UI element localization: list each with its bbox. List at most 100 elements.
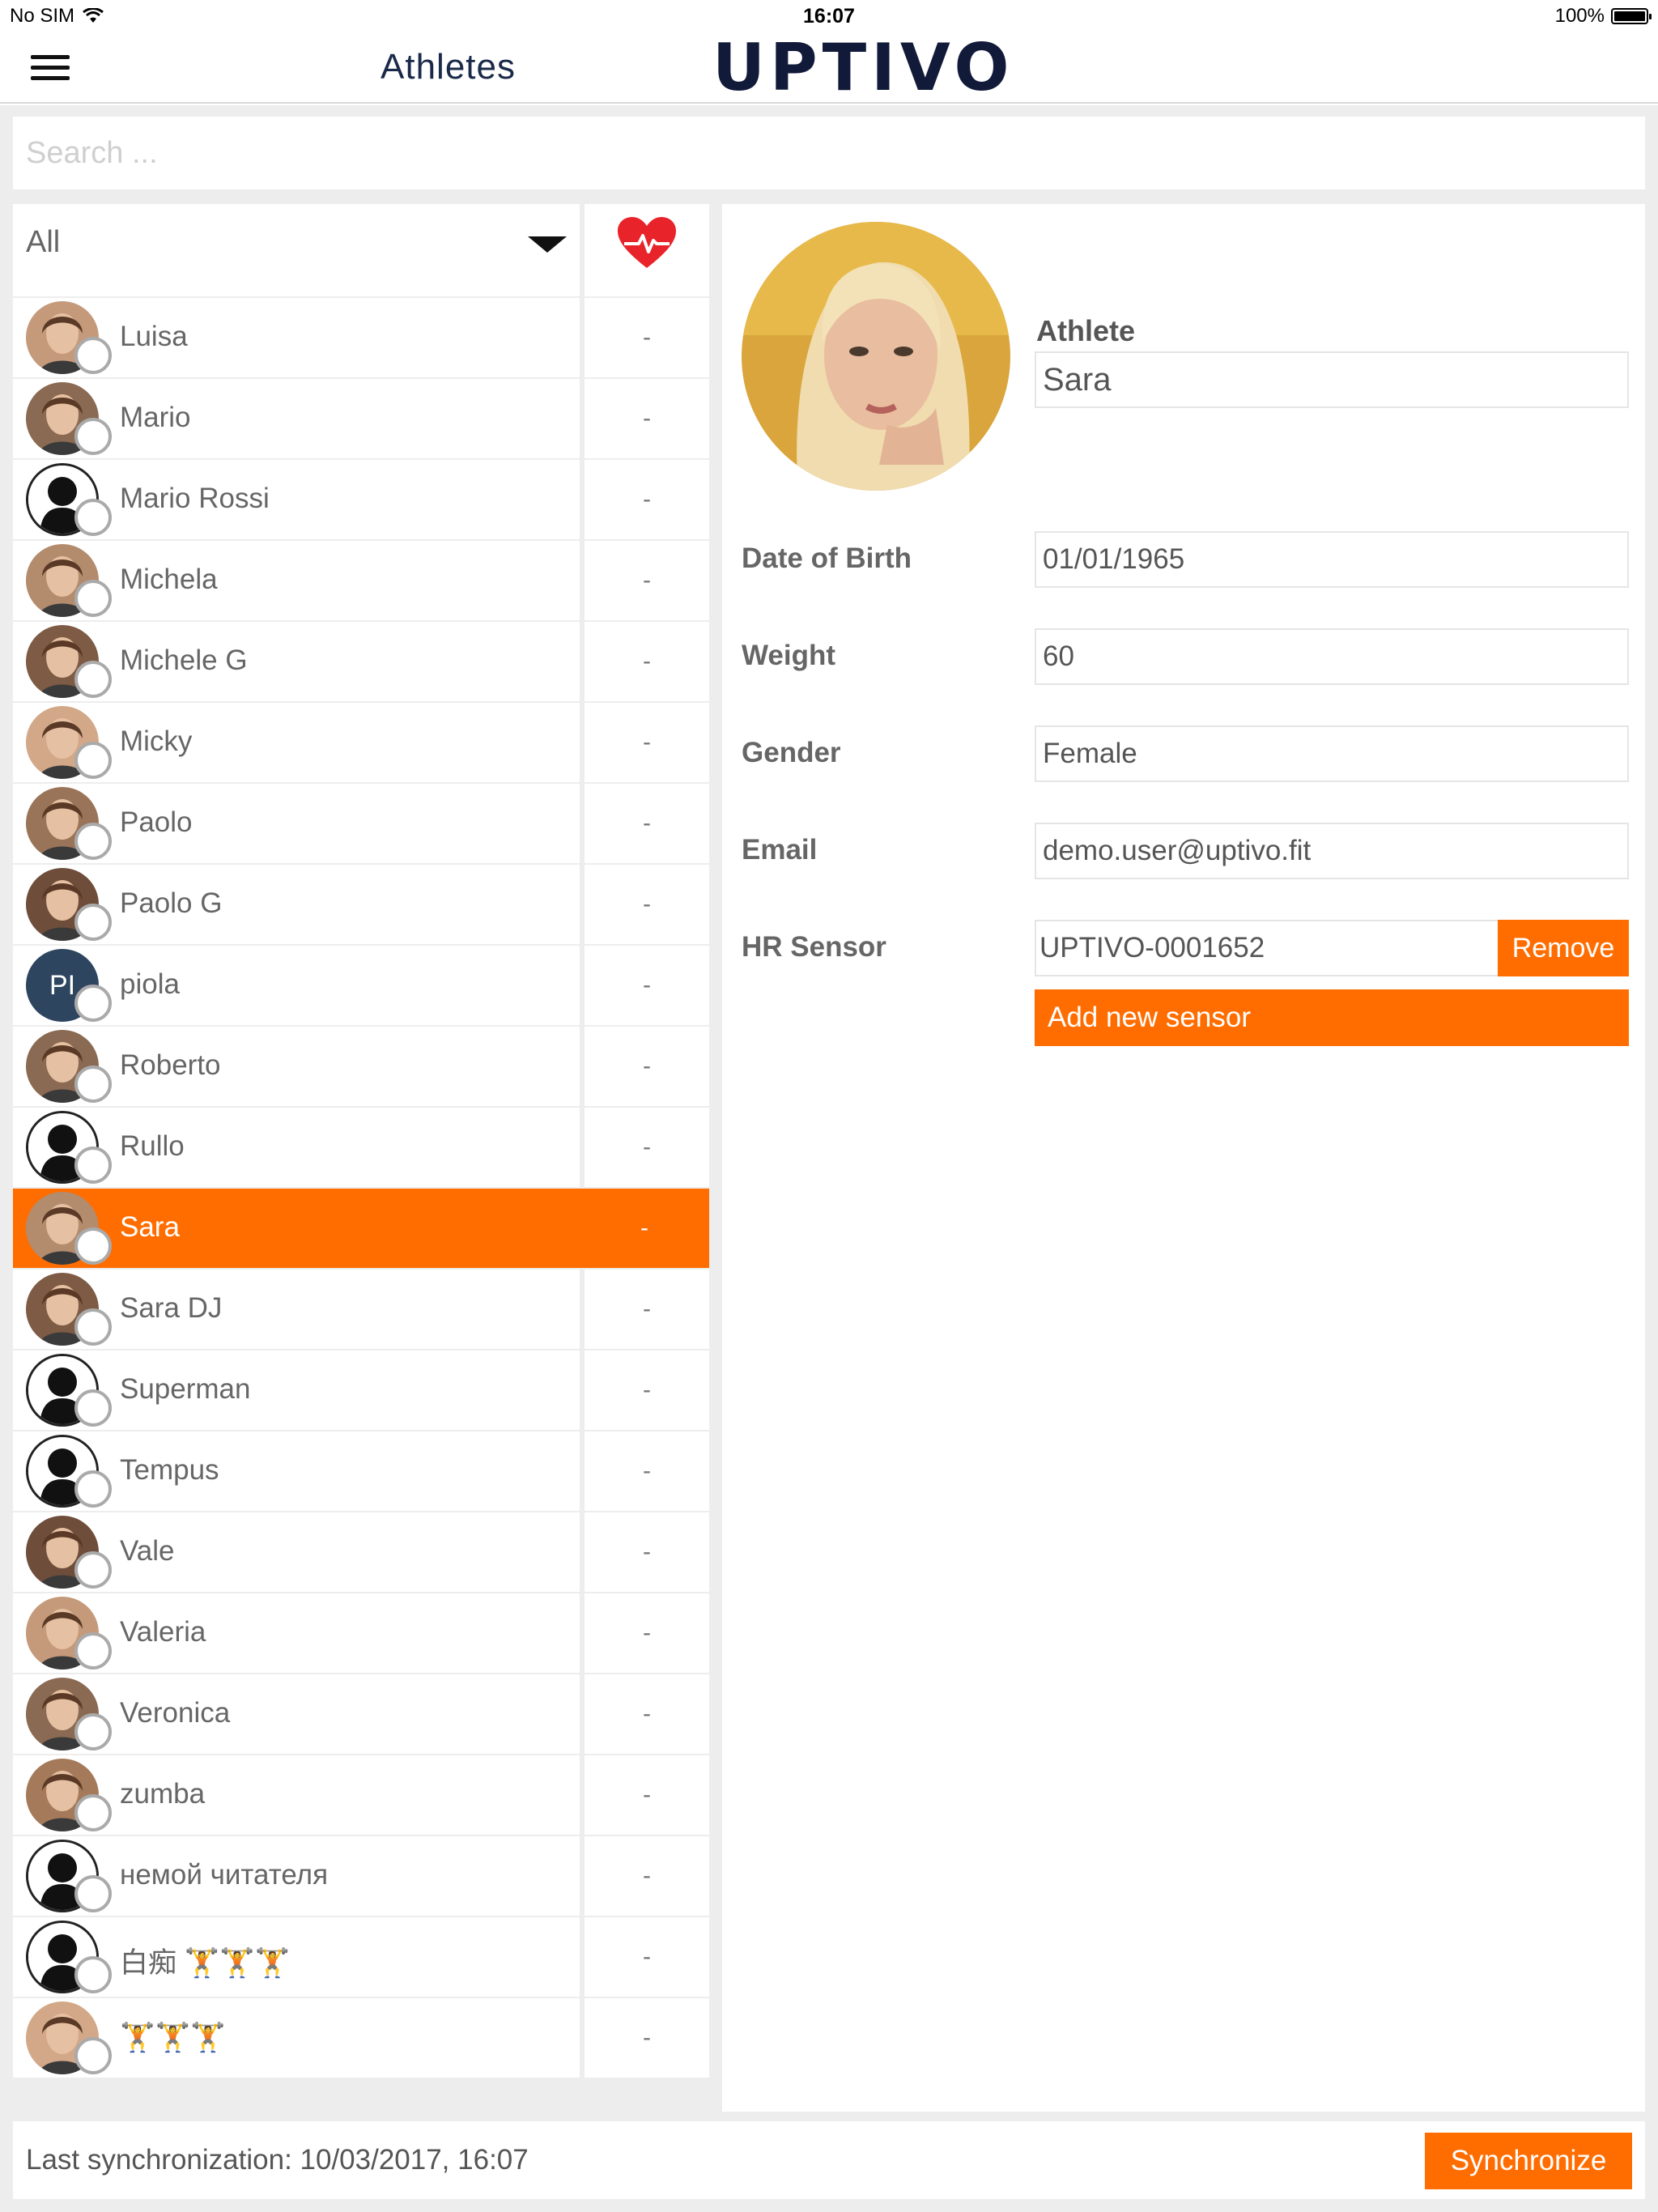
athlete-row[interactable]: Sara -	[13, 1189, 709, 1270]
page-title: Athletes	[380, 47, 516, 87]
athlete-name: Valeria	[120, 1616, 206, 1648]
athlete-row[interactable]: Mario -	[13, 379, 709, 460]
remove-sensor-button[interactable]: Remove	[1498, 920, 1629, 976]
athlete-name: Rullo	[120, 1130, 185, 1162]
list-item-partial[interactable]	[13, 282, 709, 298]
heart-rate-icon	[618, 217, 676, 268]
hr-sensor-field[interactable]: UPTIVO-0001652	[1035, 920, 1499, 976]
status-indicator	[74, 337, 112, 374]
status-indicator	[74, 742, 112, 779]
status-indicator	[74, 1308, 112, 1346]
status-indicator	[74, 418, 112, 455]
heart-rate-value: -	[585, 541, 709, 620]
athlete-field-label: Athlete	[1036, 314, 1136, 347]
athlete-name-cell: Rullo	[13, 1108, 580, 1187]
athlete-name-cell: Micky	[13, 703, 580, 782]
add-sensor-button[interactable]: Add new sensor	[1035, 989, 1629, 1046]
athlete-row[interactable]: Valeria -	[13, 1593, 709, 1674]
heart-rate-value: -	[585, 1108, 709, 1187]
email-field[interactable]: demo.user@uptivo.fit	[1035, 823, 1629, 879]
athlete-row[interactable]: 🏋🏋🏋 -	[13, 1998, 709, 2079]
athlete-name: Superman	[120, 1373, 251, 1405]
heart-rate-value: -	[585, 1917, 709, 1997]
logo-text: UPTIVO	[712, 30, 1014, 105]
synchronize-button[interactable]: Synchronize	[1425, 2133, 1632, 2189]
athlete-row[interactable]: Paolo -	[13, 784, 709, 865]
last-sync-text: Last synchronization: 10/03/2017, 16:07	[26, 2144, 529, 2176]
athlete-row[interactable]: Sara DJ -	[13, 1270, 709, 1351]
athlete-row[interactable]: Veronica -	[13, 1674, 709, 1755]
athlete-name: Veronica	[120, 1697, 231, 1729]
battery-icon	[1611, 8, 1652, 24]
athlete-name-field[interactable]: Sara	[1035, 351, 1629, 408]
athlete-name: Mario Rossi	[120, 483, 270, 514]
athlete-row[interactable]: Michela -	[13, 541, 709, 622]
search-input[interactable]	[13, 117, 1645, 189]
heart-rate-value: -	[585, 1351, 709, 1430]
gender-field[interactable]: Female	[1035, 725, 1629, 782]
athlete-row[interactable]: Paolo G -	[13, 865, 709, 946]
status-indicator	[74, 1632, 112, 1670]
athlete-name: Paolo G	[120, 887, 223, 919]
athlete-name-cell: Luisa	[13, 298, 580, 377]
athlete-name: Michela	[120, 564, 218, 595]
athlete-row[interactable]: Micky -	[13, 703, 709, 784]
email-label: Email	[742, 834, 818, 866]
status-indicator	[74, 1875, 112, 1912]
athlete-row[interactable]: Luisa -	[13, 298, 709, 379]
heart-rate-value: -	[585, 946, 709, 1025]
heart-rate-column-header	[585, 204, 709, 282]
athlete-name: Paolo	[120, 806, 193, 838]
athlete-row[interactable]: Mario Rossi -	[13, 460, 709, 541]
heart-rate-value: -	[585, 1674, 709, 1754]
athlete-row[interactable]: немой читателя -	[13, 1836, 709, 1917]
battery-info: 100%	[1555, 5, 1652, 28]
athlete-row[interactable]: Tempus -	[13, 1431, 709, 1512]
athlete-row[interactable]: Rullo -	[13, 1108, 709, 1189]
athlete-name: Luisa	[120, 321, 188, 352]
clock: 16:07	[803, 5, 855, 28]
athlete-name: Vale	[120, 1535, 175, 1567]
status-indicator	[74, 1551, 112, 1589]
status-indicator	[74, 1066, 112, 1103]
athlete-name-cell: Paolo G	[13, 865, 580, 944]
weight-label: Weight	[742, 640, 836, 671]
athlete-name-cell: Veronica	[13, 1674, 580, 1754]
athlete-name-cell: Michela	[13, 541, 580, 620]
status-bar: No SIM 16:07 100%	[0, 0, 1658, 32]
status-indicator	[74, 1713, 112, 1750]
heart-rate-value: -	[585, 1998, 709, 2078]
athlete-name: немой читателя	[120, 1859, 329, 1891]
weight-field[interactable]: 60	[1035, 628, 1629, 685]
athlete-row[interactable]: Michele G -	[13, 622, 709, 703]
athlete-name-cell: Michele G	[13, 622, 580, 701]
athlete-name-cell: Paolo	[13, 784, 580, 863]
athlete-detail-panel: Athlete Sara Date of Birth 01/01/1965 We…	[722, 204, 1645, 2112]
athlete-name: Micky	[120, 725, 193, 757]
dropdown-arrow-icon	[528, 236, 567, 253]
navigation-bar: Athletes UPTIVO	[0, 32, 1658, 104]
heart-rate-value: -	[585, 1593, 709, 1673]
athlete-name: Sara DJ	[120, 1292, 223, 1324]
athlete-row[interactable]: PI piola -	[13, 946, 709, 1027]
athlete-row[interactable]: Superman -	[13, 1351, 709, 1431]
dob-field[interactable]: 01/01/1965	[1035, 531, 1629, 588]
athlete-row[interactable]: Roberto -	[13, 1027, 709, 1108]
athlete-row[interactable]: zumba -	[13, 1755, 709, 1836]
hamburger-menu-icon[interactable]	[31, 55, 70, 83]
status-indicator	[74, 1470, 112, 1508]
status-indicator	[74, 1227, 112, 1265]
athlete-name-cell: PI piola	[13, 946, 580, 1025]
athlete-photo[interactable]	[742, 222, 1010, 491]
sync-footer: Last synchronization: 10/03/2017, 16:07 …	[13, 2121, 1645, 2199]
athlete-list: Luisa - Mario - Mario Rossi - Michela - Michele …	[13, 282, 709, 2079]
athlete-row[interactable]: Vale -	[13, 1512, 709, 1593]
athlete-name: 🏋🏋🏋	[120, 2022, 226, 2053]
athlete-row[interactable]: 白痴 🏋🏋🏋 -	[13, 1917, 709, 1998]
group-filter-dropdown[interactable]: All	[13, 204, 580, 282]
athlete-name: piola	[120, 968, 180, 1000]
athlete-name: Tempus	[120, 1454, 219, 1486]
status-indicator	[74, 823, 112, 860]
athlete-name-cell: Valeria	[13, 1593, 580, 1673]
status-indicator	[74, 904, 112, 941]
